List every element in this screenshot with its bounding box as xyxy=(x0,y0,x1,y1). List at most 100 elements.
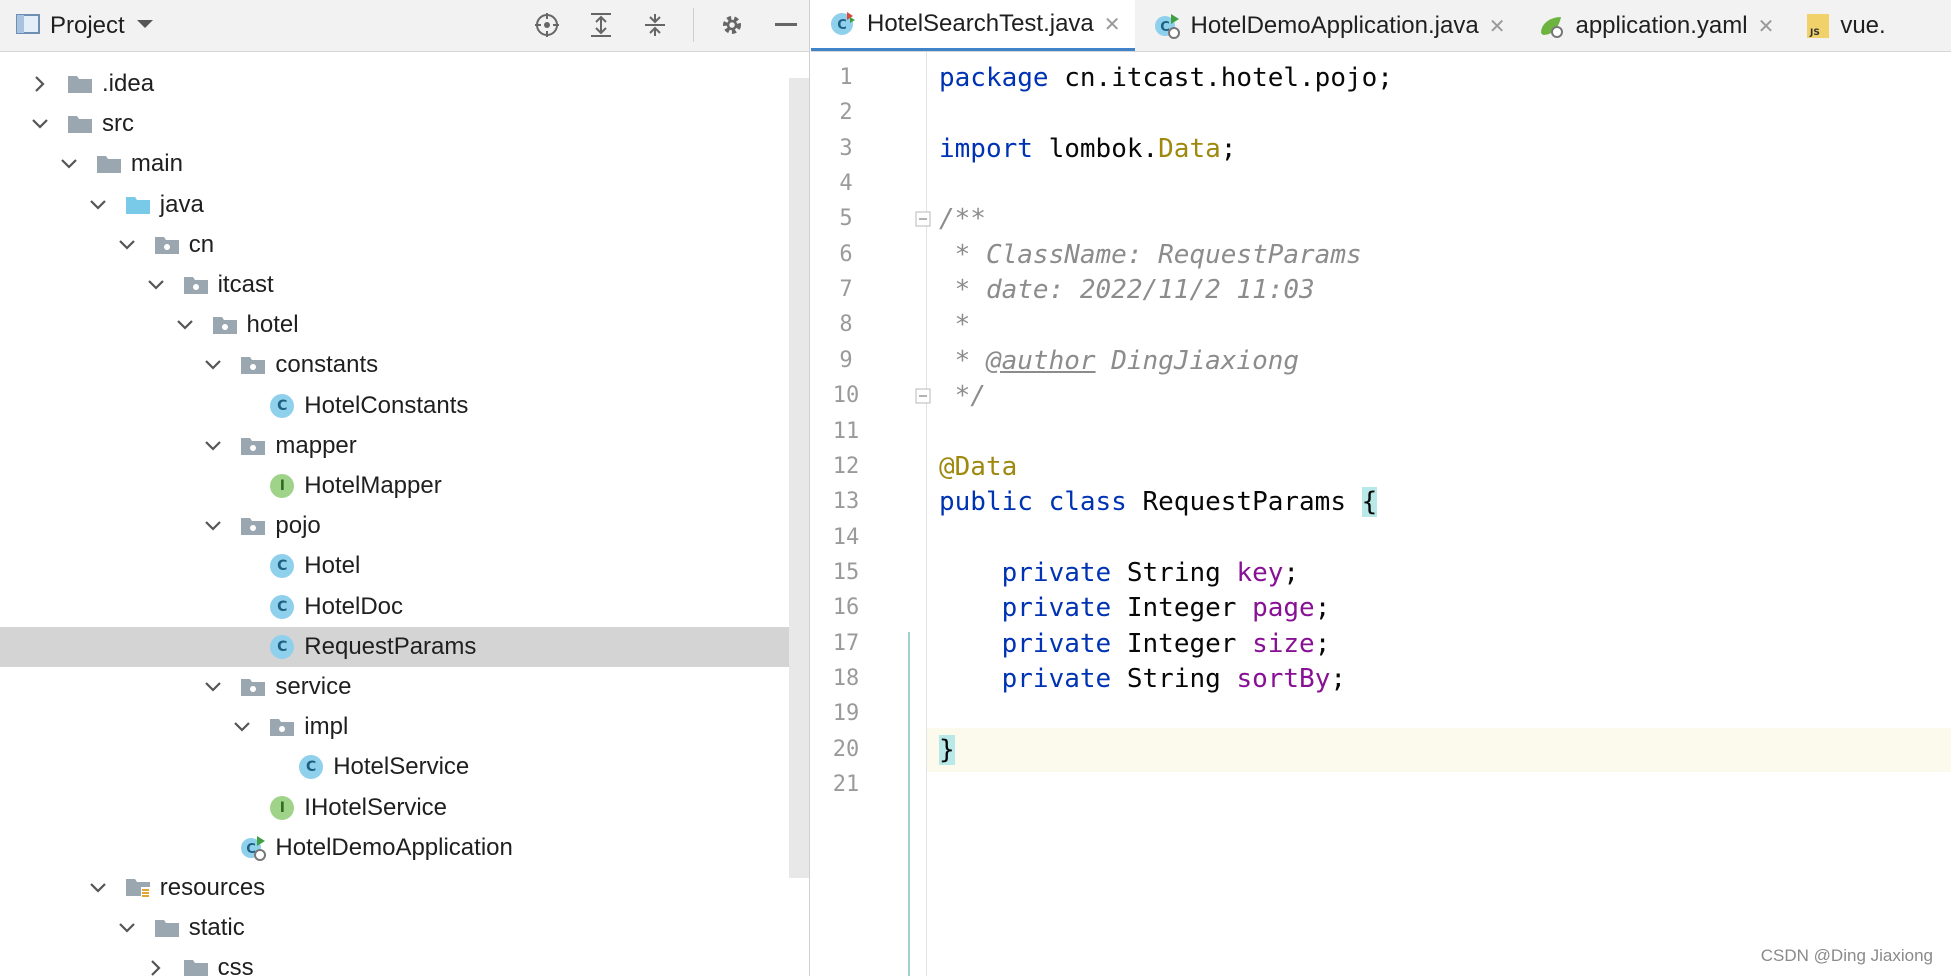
package-icon xyxy=(239,514,267,538)
locate-file-icon[interactable] xyxy=(531,8,563,42)
close-icon[interactable]: ✕ xyxy=(1104,12,1121,37)
fold-marker-icon[interactable] xyxy=(915,211,931,227)
tree-item[interactable]: resources xyxy=(0,868,809,908)
tree-item[interactable]: C HotelConstants xyxy=(0,386,809,426)
chevron-down-icon[interactable] xyxy=(59,154,79,174)
tree-item-label: Hotel xyxy=(304,552,361,580)
interface-icon: I xyxy=(268,795,296,820)
tree-item[interactable]: static xyxy=(0,908,809,948)
chevron-down-icon[interactable] xyxy=(203,355,223,375)
folder-icon xyxy=(66,72,94,96)
code-token: private xyxy=(1001,593,1112,624)
class-icon: C xyxy=(268,634,296,659)
scope-indicator xyxy=(908,632,910,976)
tree-item-label: service xyxy=(275,673,352,700)
code-token: String xyxy=(1111,557,1237,588)
tree-item[interactable]: C HotelService xyxy=(0,747,809,787)
chevron-down-icon[interactable] xyxy=(203,516,223,536)
close-icon[interactable]: ✕ xyxy=(1758,14,1775,39)
tree-item[interactable]: hotel xyxy=(0,305,809,345)
tree-item[interactable]: I IHotelService xyxy=(0,788,809,828)
tab-label: application.yaml xyxy=(1575,12,1748,39)
tree-item[interactable]: C HotelDemoApplication xyxy=(0,828,809,868)
folder-icon xyxy=(153,916,181,940)
tree-item-label: HotelMapper xyxy=(304,472,442,499)
tree-item[interactable]: pojo xyxy=(0,506,809,546)
yaml-icon xyxy=(1537,13,1565,39)
line-number: 21 xyxy=(832,772,860,797)
code-token: size xyxy=(1252,628,1315,659)
chevron-down-icon[interactable] xyxy=(88,878,108,898)
chevron-down-icon[interactable] xyxy=(135,17,155,35)
expand-all-icon[interactable] xyxy=(585,8,617,42)
code-token: ; xyxy=(1314,593,1331,624)
chevron-down-icon[interactable] xyxy=(30,114,50,134)
gear-icon[interactable] xyxy=(716,8,748,42)
chevron-right-icon[interactable] xyxy=(146,958,166,976)
editor-tab[interactable]: JS vue. xyxy=(1788,0,1899,51)
folder-icon xyxy=(182,956,210,976)
test-class-icon: C xyxy=(829,10,857,38)
close-icon[interactable]: ✕ xyxy=(1489,14,1506,39)
svg-text:C: C xyxy=(837,18,847,33)
watermark: CSDN @Ding Jiaxiong xyxy=(1760,946,1933,965)
toolbar-divider xyxy=(693,8,694,42)
tree-item[interactable]: C Hotel xyxy=(0,546,809,586)
code-token: Integer xyxy=(1111,628,1253,659)
project-view-selector[interactable]: Project xyxy=(16,10,155,42)
editor-tab[interactable]: application.yaml ✕ xyxy=(1519,0,1788,51)
chevron-down-icon[interactable] xyxy=(232,717,252,737)
code-token: DingJiaxiong xyxy=(1095,345,1300,376)
package-icon xyxy=(153,233,181,257)
code-token: import xyxy=(939,133,1033,164)
tree-item[interactable]: impl xyxy=(0,707,809,747)
tree-item-label: itcast xyxy=(217,271,274,298)
chevron-right-icon[interactable] xyxy=(30,74,50,94)
editor-tab[interactable]: C HotelSearchTest.java ✕ xyxy=(811,0,1135,51)
code-token: key xyxy=(1236,557,1284,588)
code-area[interactable]: package cn.itcast.hotel.pojo; import lomb… xyxy=(939,52,1951,976)
code-token: } xyxy=(939,734,955,765)
tree-item[interactable]: css xyxy=(0,948,809,976)
package-icon xyxy=(239,434,267,458)
hide-panel-icon[interactable] xyxy=(770,8,802,42)
chevron-down-icon[interactable] xyxy=(203,436,223,456)
editor-tab-bar: C HotelSearchTest.java ✕ C HotelDemoApplicat… xyxy=(811,0,1951,52)
editor-gutter: 1 2 3 4 5 6 7 8 9 10 11 12 13 14 15 16 17 18 19 20 21 xyxy=(811,52,931,976)
tree-item[interactable]: src xyxy=(0,104,809,144)
chevron-down-icon[interactable] xyxy=(88,195,108,215)
resources-folder-icon xyxy=(124,876,152,900)
code-token: ; xyxy=(1283,557,1300,588)
tree-item-label: HotelService xyxy=(333,753,470,781)
code-token: package xyxy=(939,63,1049,93)
code-token: Data xyxy=(1158,133,1221,164)
fold-marker-icon[interactable] xyxy=(915,388,931,404)
code-token: @Data xyxy=(939,451,1018,482)
collapse-all-icon[interactable] xyxy=(639,8,671,42)
tree-item-label: mapper xyxy=(275,431,357,459)
tree-item[interactable]: C RequestParams xyxy=(0,626,809,667)
tree-item[interactable]: .idea xyxy=(0,64,809,104)
code-token: ; xyxy=(1314,628,1331,659)
chevron-down-icon[interactable] xyxy=(117,235,137,255)
chevron-down-icon[interactable] xyxy=(203,677,223,697)
svg-text:JS: JS xyxy=(1809,28,1820,38)
tree-scrollbar[interactable] xyxy=(789,78,809,878)
chevron-down-icon[interactable] xyxy=(146,275,166,295)
tree-item[interactable]: itcast xyxy=(0,265,809,305)
chevron-down-icon[interactable] xyxy=(117,918,137,938)
tree-item-label: IHotelService xyxy=(304,793,448,821)
tree-item[interactable]: java xyxy=(0,185,809,225)
code-token: cn.itcast.hotel.pojo; xyxy=(1048,63,1393,93)
class-icon: C xyxy=(268,393,296,418)
tree-item[interactable]: C HotelDoc xyxy=(0,587,809,627)
tree-item[interactable]: mapper xyxy=(0,426,809,466)
tree-item[interactable]: service xyxy=(0,667,809,707)
tree-item[interactable]: I HotelMapper xyxy=(0,466,809,506)
tree-item[interactable]: cn xyxy=(0,225,809,265)
editor-tab[interactable]: C HotelDemoApplication.java ✕ xyxy=(1135,0,1520,51)
chevron-down-icon[interactable] xyxy=(175,315,195,335)
tree-item[interactable]: main xyxy=(0,144,809,184)
tree-item[interactable]: constants xyxy=(0,345,809,385)
project-tree: .idea src main java cn itcast hotel constants C H… xyxy=(0,52,809,976)
